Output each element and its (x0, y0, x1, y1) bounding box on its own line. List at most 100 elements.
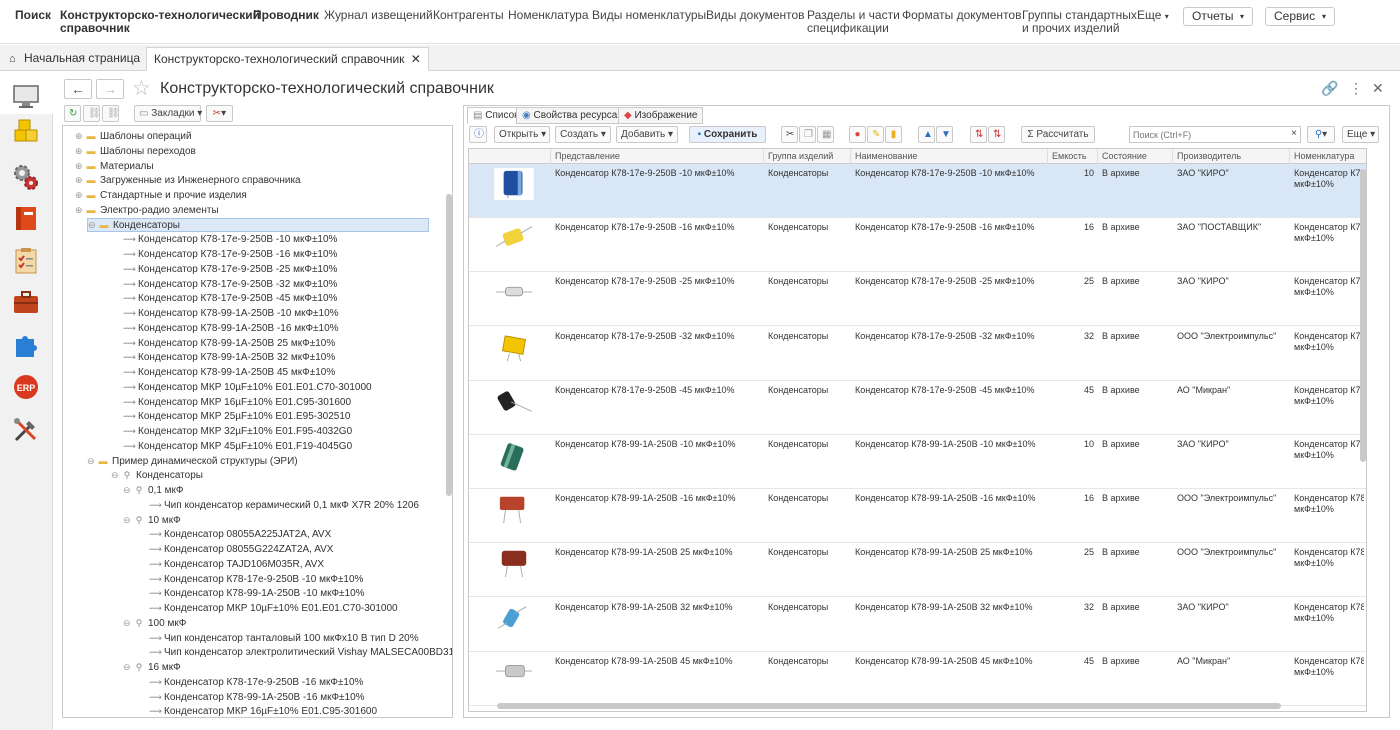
paste-button[interactable]: ▦ (817, 126, 834, 143)
tree-node[interactable]: ⊖ ⚲ 100 мкФ (123, 616, 186, 630)
tree-node[interactable]: ⟿ Конденсатор К78-99-1А-250В 45 мкФ±10% (123, 365, 335, 379)
tree-node[interactable]: ⊕ ▬ Шаблоны переходов (75, 144, 196, 158)
table-row[interactable]: Конденсатор К78-17е-9-250В -16 мкФ±10% Ко… (469, 218, 1366, 273)
mark-button[interactable]: ▮ (885, 126, 902, 143)
collapse-icon[interactable]: ⊖ (111, 468, 121, 482)
collapse-icon[interactable]: ⊖ (123, 483, 133, 497)
tools-icon[interactable] (11, 415, 41, 445)
tree-node[interactable]: ⟿ Конденсатор К78-17е-9-250В -16 мкФ±10% (149, 675, 363, 689)
tree-node[interactable]: ⟿ Конденсатор МКР 16µF±10% E01.C95-301600 (123, 395, 351, 409)
expand-icon[interactable]: ⊕ (75, 188, 85, 202)
puzzle-icon[interactable] (11, 330, 41, 360)
save-button[interactable]: ▪ Сохранить (689, 126, 766, 143)
collapse-icon[interactable]: ⊖ (87, 454, 97, 468)
tab-ktc[interactable]: Конструкторско-технологический справочни… (146, 47, 429, 71)
tree-node[interactable]: ⊖ ▬ Пример динамической структуры (ЭРИ) (87, 454, 298, 468)
table-row[interactable]: Конденсатор К78-99-1А-250В 45 мкФ±10% Кон… (469, 652, 1366, 706)
tree-node[interactable]: ⟿ Конденсатор МКР 10µF±10% E01.E01.C70-30… (149, 601, 398, 615)
col-header-image[interactable] (469, 149, 551, 164)
gears-icon[interactable] (11, 162, 41, 192)
refresh-button[interactable]: ↻ (64, 105, 81, 122)
tree-node[interactable]: ⊕ ▬ Электро-радио элементы (75, 203, 219, 217)
collapse-icon[interactable]: ⊖ (88, 219, 98, 231)
nav-nomenclature[interactable]: Номенклатура (508, 9, 589, 22)
table-row[interactable]: Конденсатор К78-99-1А-250В -10 мкФ±10% Ко… (469, 435, 1366, 489)
tab-resource-properties[interactable]: ◉ Свойства ресурса (516, 107, 624, 124)
tree-node[interactable]: ⊖ ⚲ 16 мкФ (123, 660, 181, 674)
tools-menu-button[interactable]: ✂▾ (206, 105, 233, 122)
tree-node[interactable]: ⟿ Конденсатор К78-17е-9-250В -45 мкФ±10% (123, 291, 337, 305)
col-header-group[interactable]: Группа изделий (764, 149, 851, 164)
tree-node[interactable]: ⊕ ▬ Материалы (75, 159, 154, 173)
nav-notices[interactable]: Журнал извещений (324, 9, 433, 22)
tree-node[interactable]: ⟿ Конденсатор К78-17е-9-250В -16 мкФ±10% (123, 247, 337, 261)
bookmarks-button[interactable]: ▭ Закладки ▾ (134, 105, 202, 122)
col-header-name[interactable]: Наименование (851, 149, 1048, 164)
service-button[interactable]: Сервис ▾ (1265, 7, 1335, 26)
tree-node[interactable]: ⊖ ⚲ 10 мкФ (123, 513, 181, 527)
expand-icon[interactable]: ⊕ (75, 173, 85, 187)
tree-node-selected[interactable]: ⊖ ▬ Конденсаторы (87, 217, 429, 232)
yellow-blocks-icon[interactable] (11, 117, 41, 147)
forward-button[interactable]: → (96, 79, 124, 99)
table-row[interactable]: Конденсатор К78-99-1А-250В -16 мкФ±10% Ко… (469, 489, 1366, 544)
move-down-button[interactable]: ▼ (936, 126, 953, 143)
tree-node[interactable]: ⟿ Чип конденсатор танталовый 100 мкФх10 В… (149, 631, 419, 645)
grid-vscrollbar[interactable] (1360, 169, 1366, 462)
collapse-icon[interactable]: ⊖ (123, 660, 133, 674)
tree-node[interactable]: ⟿ Конденсатор К78-17е-9-250В -25 мкФ±10% (123, 262, 337, 276)
sort-desc-button[interactable]: ⇅ (988, 126, 1005, 143)
grid-hscrollbar[interactable] (497, 703, 1281, 709)
back-button[interactable]: ← (64, 79, 92, 99)
nav-doc-types[interactable]: Виды документов (706, 9, 805, 22)
erp-icon[interactable]: ERP (11, 372, 41, 402)
close-icon[interactable]: ✕ (411, 52, 421, 66)
expand-icon[interactable]: ⊕ (75, 203, 85, 217)
table-row[interactable]: Конденсатор К78-17е-9-250В -10 мкФ±10% Ко… (469, 164, 1366, 218)
table-row[interactable]: Конденсатор К78-17е-9-250В -32 мкФ±10% Ко… (469, 327, 1366, 381)
tree-node[interactable]: ⟿ Конденсатор 08055A225JAT2A, AVX (149, 527, 331, 541)
link-tree-button[interactable]: ⛓ (83, 105, 101, 122)
tree-node[interactable]: ⟿ Конденсатор К78-99-1А-250В -10 мкФ±10% (149, 586, 365, 600)
expand-icon[interactable]: ⊕ (75, 159, 85, 173)
col-header-capacity[interactable]: Емкость (1048, 149, 1098, 164)
cut-button[interactable]: ✂ (781, 126, 798, 143)
tree-node[interactable]: ⊕ ▬ Стандартные и прочие изделия (75, 188, 247, 202)
tree-node[interactable]: ⊖ ⚲ 0,1 мкФ (123, 483, 184, 497)
tree-node[interactable]: ⟿ Конденсатор МКР 10µF±10% E01.E01.C70-30… (123, 380, 372, 394)
table-row[interactable]: Конденсатор К78-17е-9-250В -45 мкФ±10% Ко… (469, 381, 1366, 435)
col-header-repr[interactable]: Представление (551, 149, 764, 164)
nav-nomenclature-types[interactable]: Виды номенклатуры (592, 9, 706, 22)
tree-scrollbar[interactable] (446, 194, 452, 496)
tree-node[interactable]: ⟿ Конденсатор К78-99-1А-250В -16 мкФ±10% (149, 690, 365, 704)
add-button[interactable]: Добавить ▾ (616, 126, 678, 143)
collapse-icon[interactable]: ⊖ (123, 513, 133, 527)
tree-node[interactable]: ⟿ Чип конденсатор электролитический Visha… (149, 645, 452, 659)
unlink-tree-button[interactable]: ⛓ (102, 105, 120, 122)
nav-contractors[interactable]: Контрагенты (433, 9, 504, 22)
close-icon[interactable]: ✕ (1372, 80, 1384, 97)
sort-asc-button[interactable]: ⇅ (970, 126, 987, 143)
tree-node[interactable]: ⟿ Конденсатор МКР 32µF±10% E01.F95-4032G0 (123, 424, 352, 438)
table-row[interactable]: Конденсатор К78-99-1А-250В 32 мкФ±10% Кон… (469, 598, 1366, 652)
nav-spec-sections[interactable]: Разделы и части спецификации (807, 9, 900, 35)
tree-node[interactable]: ⟿ Конденсатор К78-99-1А-250В 32 мкФ±10% (123, 350, 335, 364)
more-vertical-icon[interactable]: ⋮ (1349, 80, 1363, 97)
search-input[interactable] (1129, 126, 1301, 143)
copy-button[interactable]: ❐ (799, 126, 816, 143)
tree-node[interactable]: ⟿ Конденсатор К78-17е-9-250В -10 мкФ±10% (149, 572, 363, 586)
tree-node[interactable]: ⊕ ▬ Шаблоны операций (75, 129, 192, 143)
highlight-button[interactable]: ✎ (867, 126, 884, 143)
table-row[interactable]: Конденсатор К78-17е-9-250В -25 мкФ±10% Ко… (469, 272, 1366, 327)
tree-node[interactable]: ⟿ Конденсатор TAJD106M035R, AVX (149, 557, 324, 571)
color-button[interactable]: ● (849, 126, 866, 143)
tree-node[interactable]: ⟿ Конденсатор МКР 25µF±10% E01.E95-302510 (123, 409, 350, 423)
tree-node[interactable]: ⟿ Конденсатор К78-17е-9-250В -10 мкФ±10% (123, 232, 337, 246)
nav-section-ktc[interactable]: Конструкторско-технологический справочник (60, 9, 260, 35)
more-button[interactable]: Еще ▾ (1342, 126, 1379, 143)
expand-icon[interactable]: ⊕ (75, 144, 85, 158)
table-row[interactable]: Конденсатор К78-99-1А-250В 25 мкФ±10% Кон… (469, 543, 1366, 598)
create-button[interactable]: Создать ▾ (555, 126, 611, 143)
book-icon[interactable] (11, 203, 41, 233)
search-button[interactable]: ⚲▾ (1307, 126, 1335, 143)
